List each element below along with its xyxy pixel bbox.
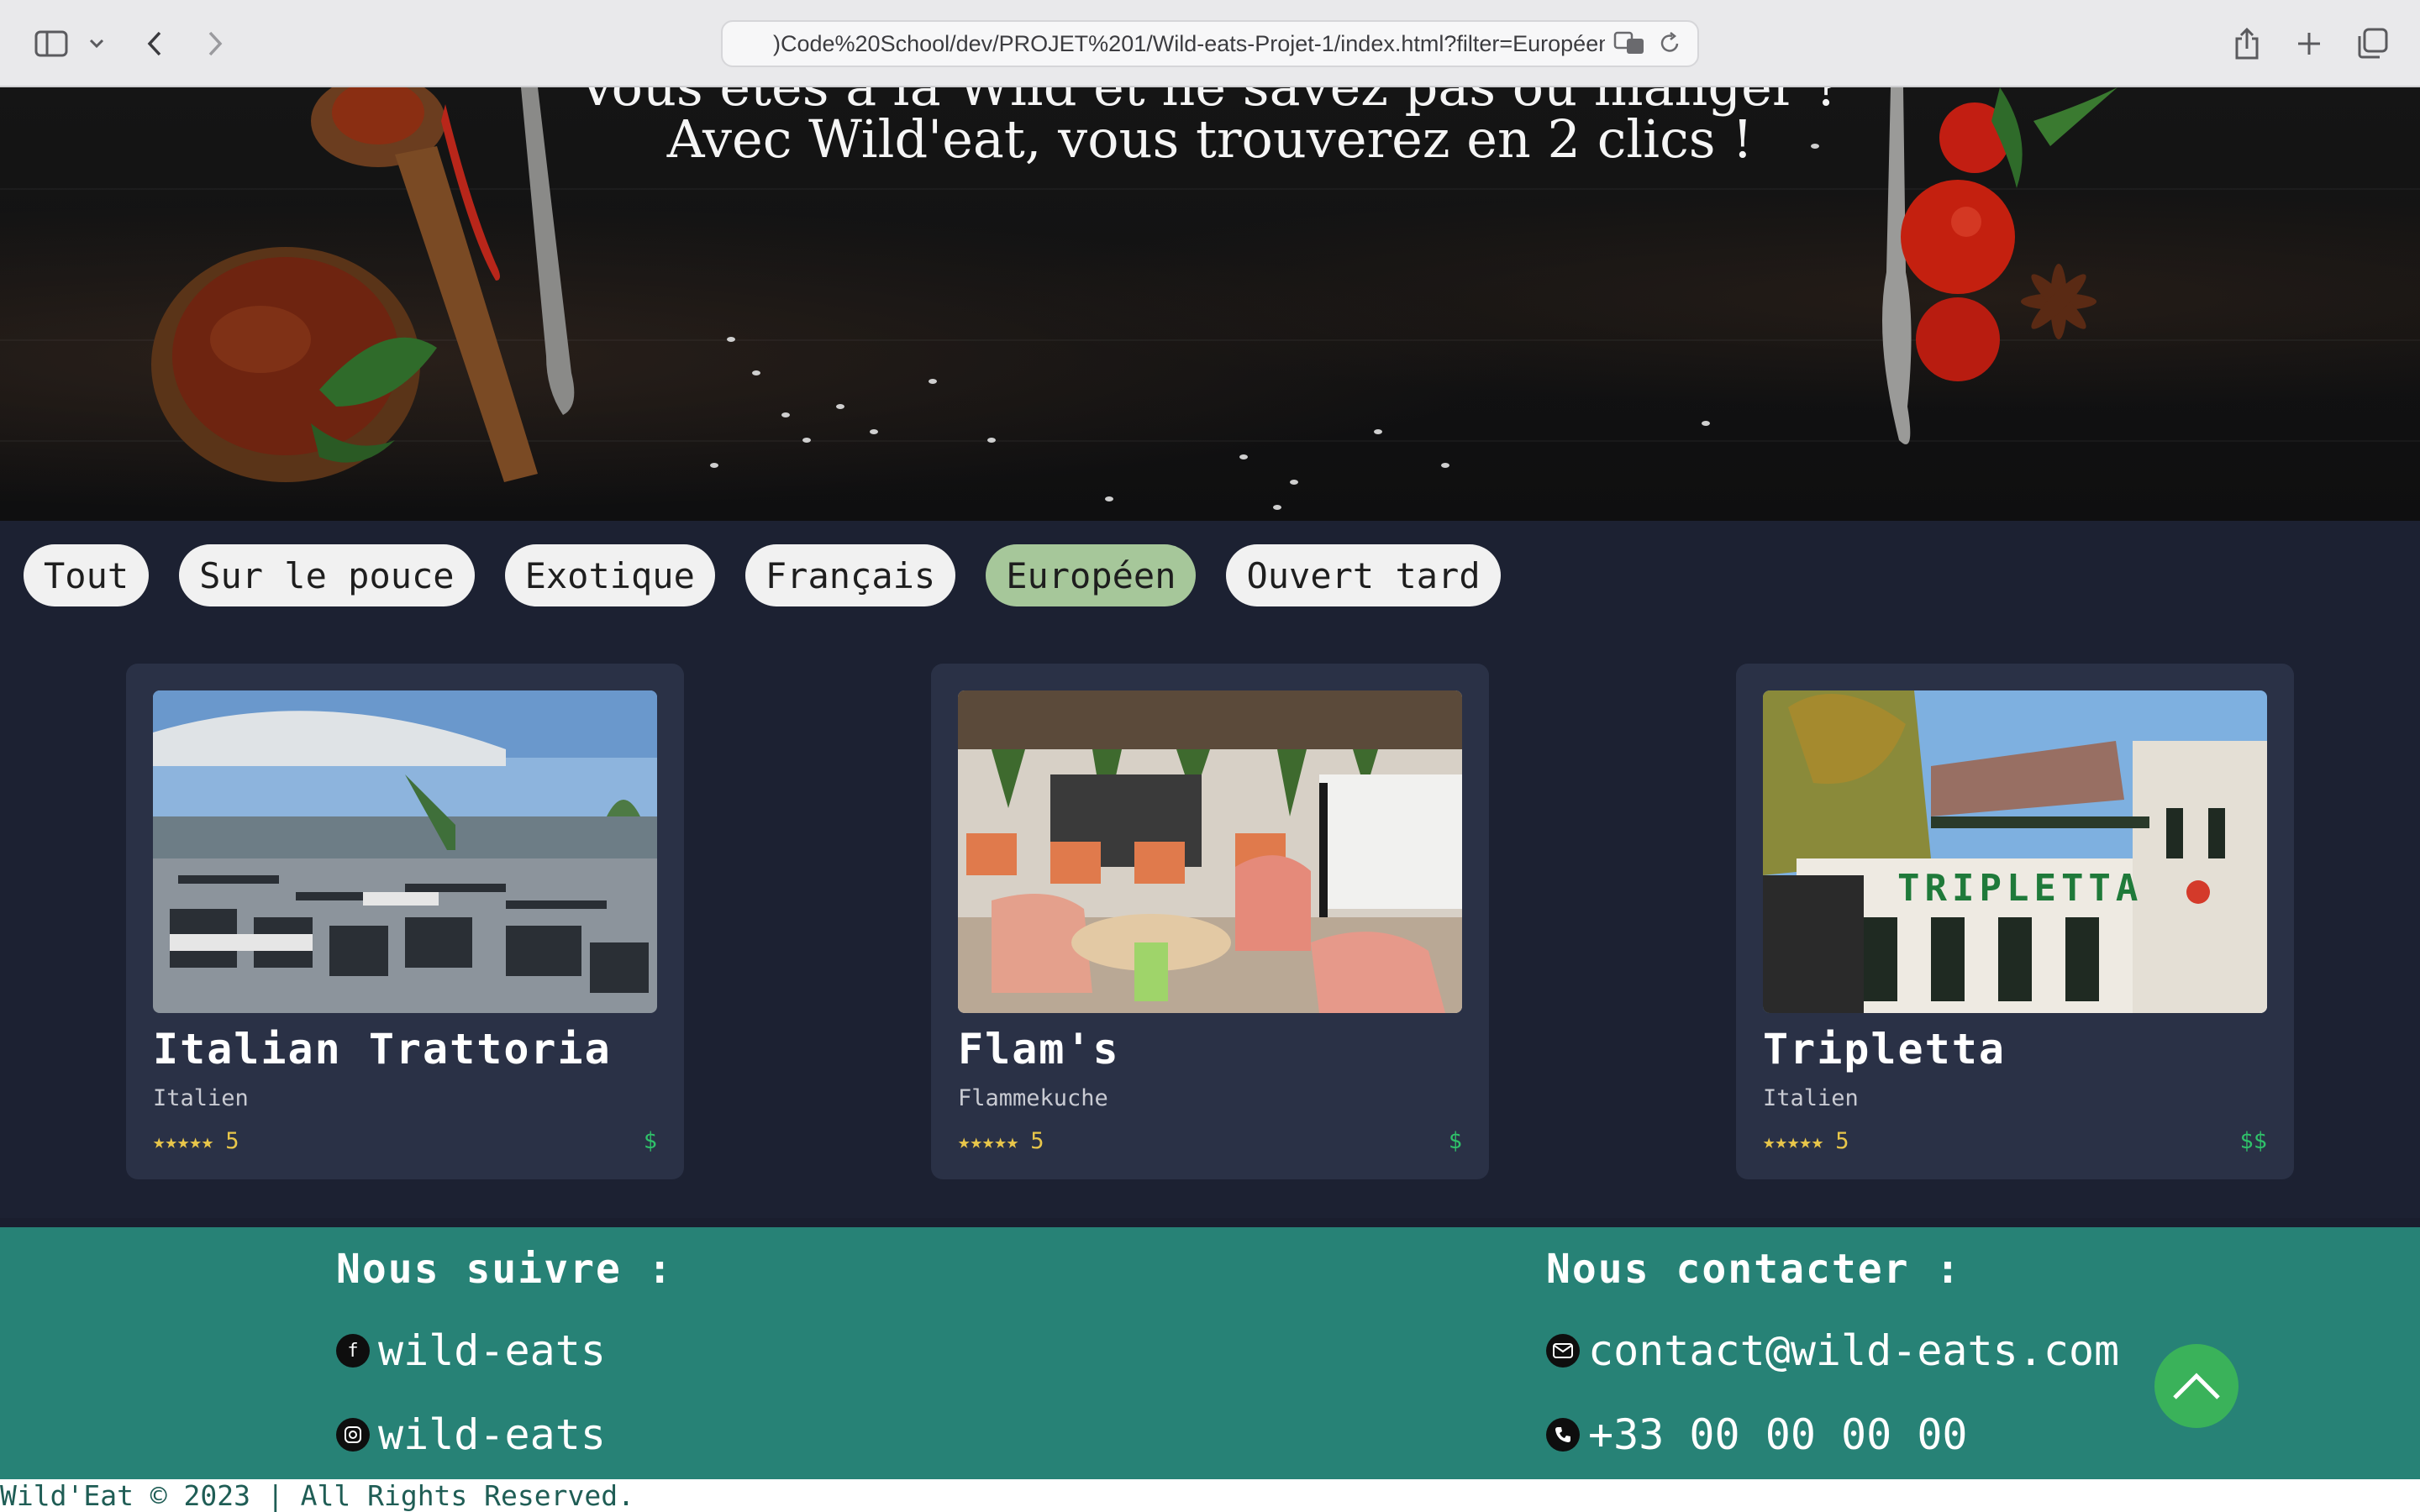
phone-number: +33 00 00 00 00 [1588,1410,1968,1459]
tab-overview-button[interactable] [2351,18,2393,69]
chevron-down-icon [89,39,104,49]
filter-bar: Tout Sur le pouce Exotique Français Euro… [24,544,1501,606]
restaurant-photo: TRIPLETTA [1763,690,2267,1013]
email-link[interactable]: contact@wild-eats.com [1546,1326,2119,1375]
hero-banner: Vous êtes à la Wild et ne savez pas où m… [0,87,2420,521]
phone-icon [1546,1418,1580,1452]
mail-icon [1546,1334,1580,1368]
restaurant-name[interactable]: Italian Trattoria [153,1025,657,1074]
price-level: $$ [2239,1128,2267,1154]
chevron-up-icon [2173,1373,2220,1399]
restaurant-card[interactable]: Flam's Flammekuche ★★★★★ 5 $ [931,664,1489,1179]
scroll-to-top-button[interactable] [2154,1344,2238,1428]
filter-exotique[interactable]: Exotique [504,544,715,606]
follow-title: Nous suivre : [336,1246,674,1293]
instagram-handle: wild-eats [378,1410,606,1459]
filter-sur-le-pouce[interactable]: Sur le pouce [179,544,475,606]
restaurant-name[interactable]: Flam's [958,1025,1462,1074]
restaurant-photo [153,690,657,1013]
forward-button[interactable] [198,18,232,69]
restaurant-card[interactable]: Italian Trattoria Italien ★★★★★ 5 $ [126,664,684,1179]
share-button[interactable] [2227,18,2267,69]
restaurant-name[interactable]: Tripletta [1763,1025,2267,1074]
restaurants-section: Tout Sur le pouce Exotique Français Euro… [0,521,2420,1218]
copyright: Wild'Eat © 2023 | All Rights Reserved. [0,1479,2420,1512]
reload-icon[interactable] [1659,31,1681,55]
share-icon [2235,27,2259,60]
site-footer: Nous suivre : f wild-eats wild-eats Nous… [0,1227,2420,1479]
rating: ★★★★★ 5 [153,1128,239,1154]
rating-value: 5 [1030,1128,1044,1154]
email-address: contact@wild-eats.com [1588,1326,2120,1375]
filter-europeen[interactable]: Européen [986,544,1197,606]
address-bar[interactable]: )Code%20School/dev/PROJET%201/Wild-eats-… [721,20,1699,67]
star-rating-icon: ★★★★★ [153,1129,214,1153]
phone-link[interactable]: +33 00 00 00 00 [1546,1410,1968,1459]
facebook-link[interactable]: f wild-eats [336,1326,606,1375]
tripletta-sign: TRIPLETTA [1897,867,2143,910]
new-tab-button[interactable] [2289,18,2329,69]
restaurant-card[interactable]: TRIPLETTA Tripletta Italien ★★★★★ 5 $$ [1736,664,2294,1179]
tabs-icon [2358,28,2388,59]
star-rating-icon: ★★★★★ [1763,1129,1824,1153]
facebook-handle: wild-eats [378,1326,606,1375]
back-button[interactable] [138,18,171,69]
rating: ★★★★★ 5 [1763,1128,1849,1154]
restaurant-cuisine: Flammekuche [958,1085,1108,1111]
instagram-link[interactable]: wild-eats [336,1410,606,1459]
translate-icon[interactable] [1613,30,1647,55]
contact-title: Nous contacter : [1546,1246,1962,1293]
sidebar-icon [34,30,68,57]
price-level: $ [643,1128,657,1154]
restaurant-cards: Italian Trattoria Italien ★★★★★ 5 $ Flam… [126,664,2294,1179]
rating: ★★★★★ 5 [958,1128,1044,1154]
facebook-icon: f [336,1334,370,1368]
star-rating-icon: ★★★★★ [958,1129,1019,1153]
instagram-icon [336,1418,370,1452]
hero-line-2: Avec Wild'eat, vous trouverez en 2 clics… [666,108,1754,170]
filter-tout[interactable]: Tout [24,544,150,606]
browser-toolbar: )Code%20School/dev/PROJET%201/Wild-eats-… [0,0,2420,87]
rating-value: 5 [1835,1128,1849,1154]
plus-icon [2298,33,2320,55]
restaurant-cuisine: Italien [153,1085,249,1111]
restaurant-photo [958,690,1462,1013]
url-text: )Code%20School/dev/PROJET%201/Wild-eats-… [773,30,1605,56]
price-level: $ [1448,1128,1462,1154]
filter-francais[interactable]: Français [744,544,956,606]
sidebar-toggle-button[interactable] [30,18,72,69]
restaurant-cuisine: Italien [1763,1085,1859,1111]
chevron-left-icon [147,31,161,56]
filter-ouvert-tard[interactable]: Ouvert tard [1226,544,1501,606]
rating-value: 5 [225,1128,239,1154]
chevron-right-icon [208,31,223,56]
tab-group-dropdown[interactable] [84,18,109,69]
